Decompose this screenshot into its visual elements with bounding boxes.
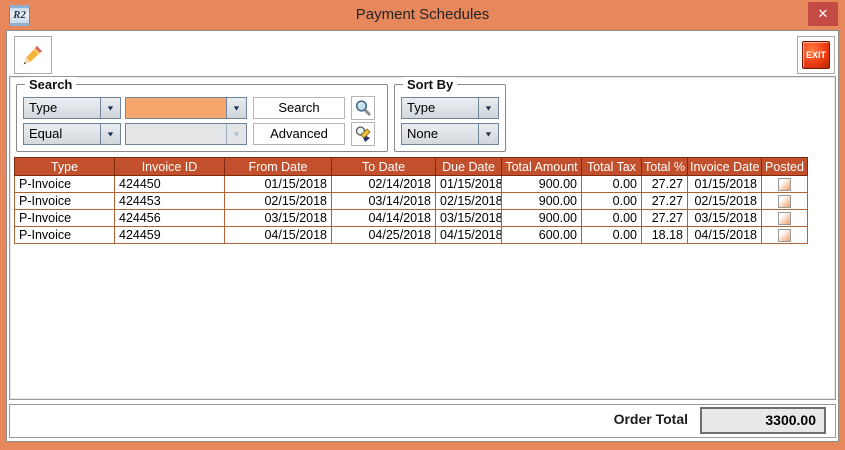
cell-type[interactable]: P-Invoice: [15, 227, 115, 244]
sortby-primary-combobox[interactable]: Type: [401, 97, 499, 119]
title-bar: R2 Payment Schedules ✕: [0, 0, 845, 30]
search-value-text: [126, 98, 226, 118]
pencil-icon: [20, 42, 46, 68]
posted-checkbox[interactable]: [778, 195, 791, 208]
cell-total-tax[interactable]: 0.00: [582, 227, 642, 244]
cell-total-pct[interactable]: 27.27: [642, 176, 688, 193]
chevron-down-icon[interactable]: [478, 98, 498, 118]
cell-total-tax[interactable]: 0.00: [582, 193, 642, 210]
cell-invoice-date[interactable]: 03/15/2018: [688, 210, 762, 227]
cell-from-date[interactable]: 01/15/2018: [225, 176, 332, 193]
cell-posted[interactable]: [762, 210, 808, 227]
edit-button[interactable]: [14, 36, 52, 74]
cell-invoice-date[interactable]: 02/15/2018: [688, 193, 762, 210]
table-header-row: Type Invoice ID From Date To Date Due Da…: [15, 158, 808, 176]
cell-invoice-id[interactable]: 424450: [115, 176, 225, 193]
cell-invoice-id[interactable]: 424459: [115, 227, 225, 244]
cell-to-date[interactable]: 02/14/2018: [332, 176, 436, 193]
chevron-down-icon[interactable]: [478, 124, 498, 144]
order-total-label: Order Total: [470, 411, 688, 427]
cell-type[interactable]: P-Invoice: [15, 210, 115, 227]
exit-button-frame: EXIT: [797, 36, 835, 74]
advanced-search-icon-button[interactable]: [351, 122, 375, 146]
col-header-total-tax: Total Tax: [582, 158, 642, 176]
window-title: Payment Schedules: [0, 0, 845, 30]
advanced-search-icon: [354, 125, 372, 143]
advanced-button[interactable]: Advanced: [253, 123, 345, 145]
posted-checkbox[interactable]: [778, 212, 791, 225]
sortby-legend: Sort By: [403, 77, 457, 92]
cell-total-amount[interactable]: 900.00: [502, 176, 582, 193]
col-header-total-pct: Total %: [642, 158, 688, 176]
search-groupbox: Search Type Search Equal Advanced: [16, 84, 388, 152]
cell-type[interactable]: P-Invoice: [15, 193, 115, 210]
search-button[interactable]: Search: [253, 97, 345, 119]
cell-invoice-id[interactable]: 424456: [115, 210, 225, 227]
table-row[interactable]: P-Invoice 424459 04/15/2018 04/25/2018 0…: [15, 227, 808, 244]
cell-total-pct[interactable]: 18.18: [642, 227, 688, 244]
cell-total-amount[interactable]: 600.00: [502, 227, 582, 244]
cell-due-date[interactable]: 01/15/2018: [436, 176, 502, 193]
search-field-combobox[interactable]: Type: [23, 97, 121, 119]
chevron-down-icon: [226, 124, 246, 144]
search-value2-combobox: [125, 123, 247, 145]
col-header-posted: Posted: [762, 158, 808, 176]
chevron-down-icon[interactable]: [100, 124, 120, 144]
cell-total-pct[interactable]: 27.27: [642, 210, 688, 227]
posted-checkbox[interactable]: [778, 178, 791, 191]
cell-posted[interactable]: [762, 176, 808, 193]
col-header-due-date: Due Date: [436, 158, 502, 176]
cell-invoice-date[interactable]: 04/15/2018: [688, 227, 762, 244]
table-row[interactable]: P-Invoice 424456 03/15/2018 04/14/2018 0…: [15, 210, 808, 227]
posted-checkbox[interactable]: [778, 229, 791, 242]
sortby-secondary-combobox[interactable]: None: [401, 123, 499, 145]
cell-from-date[interactable]: 04/15/2018: [225, 227, 332, 244]
cell-total-tax[interactable]: 0.00: [582, 210, 642, 227]
sortby-secondary-value: None: [402, 124, 478, 144]
cell-from-date[interactable]: 03/15/2018: [225, 210, 332, 227]
cell-to-date[interactable]: 04/14/2018: [332, 210, 436, 227]
sortby-primary-value: Type: [402, 98, 478, 118]
cell-from-date[interactable]: 02/15/2018: [225, 193, 332, 210]
col-header-from-date: From Date: [225, 158, 332, 176]
chevron-down-icon[interactable]: [100, 98, 120, 118]
cell-invoice-id[interactable]: 424453: [115, 193, 225, 210]
col-header-invoice-id: Invoice ID: [115, 158, 225, 176]
sortby-groupbox: Sort By Type None: [394, 84, 506, 152]
cell-posted[interactable]: [762, 227, 808, 244]
order-total-field: 3300.00: [700, 407, 826, 434]
search-operator-value: Equal: [24, 124, 100, 144]
cell-posted[interactable]: [762, 193, 808, 210]
close-button[interactable]: ✕: [808, 2, 838, 26]
cell-total-amount[interactable]: 900.00: [502, 193, 582, 210]
col-header-to-date: To Date: [332, 158, 436, 176]
search-value-combobox[interactable]: [125, 97, 247, 119]
table-row[interactable]: P-Invoice 424453 02/15/2018 03/14/2018 0…: [15, 193, 808, 210]
cell-total-amount[interactable]: 900.00: [502, 210, 582, 227]
search-icon: [354, 99, 372, 117]
search-icon-button[interactable]: [351, 96, 375, 120]
search-legend: Search: [25, 77, 76, 92]
search-value2-text: [126, 124, 226, 144]
cell-type[interactable]: P-Invoice: [15, 176, 115, 193]
cell-to-date[interactable]: 04/25/2018: [332, 227, 436, 244]
col-header-invoice-date: Invoice Date: [688, 158, 762, 176]
chevron-down-icon[interactable]: [226, 98, 246, 118]
exit-button[interactable]: EXIT: [802, 41, 830, 69]
col-header-type: Type: [15, 158, 115, 176]
cell-invoice-date[interactable]: 01/15/2018: [688, 176, 762, 193]
col-header-total-amount: Total Amount: [502, 158, 582, 176]
table-row[interactable]: P-Invoice 424450 01/15/2018 02/14/2018 0…: [15, 176, 808, 193]
payment-schedule-table: Type Invoice ID From Date To Date Due Da…: [14, 157, 808, 244]
cell-due-date[interactable]: 02/15/2018: [436, 193, 502, 210]
cell-to-date[interactable]: 03/14/2018: [332, 193, 436, 210]
search-operator-combobox[interactable]: Equal: [23, 123, 121, 145]
search-field-value: Type: [24, 98, 100, 118]
cell-due-date[interactable]: 04/15/2018: [436, 227, 502, 244]
cell-due-date[interactable]: 03/15/2018: [436, 210, 502, 227]
cell-total-tax[interactable]: 0.00: [582, 176, 642, 193]
cell-total-pct[interactable]: 27.27: [642, 193, 688, 210]
